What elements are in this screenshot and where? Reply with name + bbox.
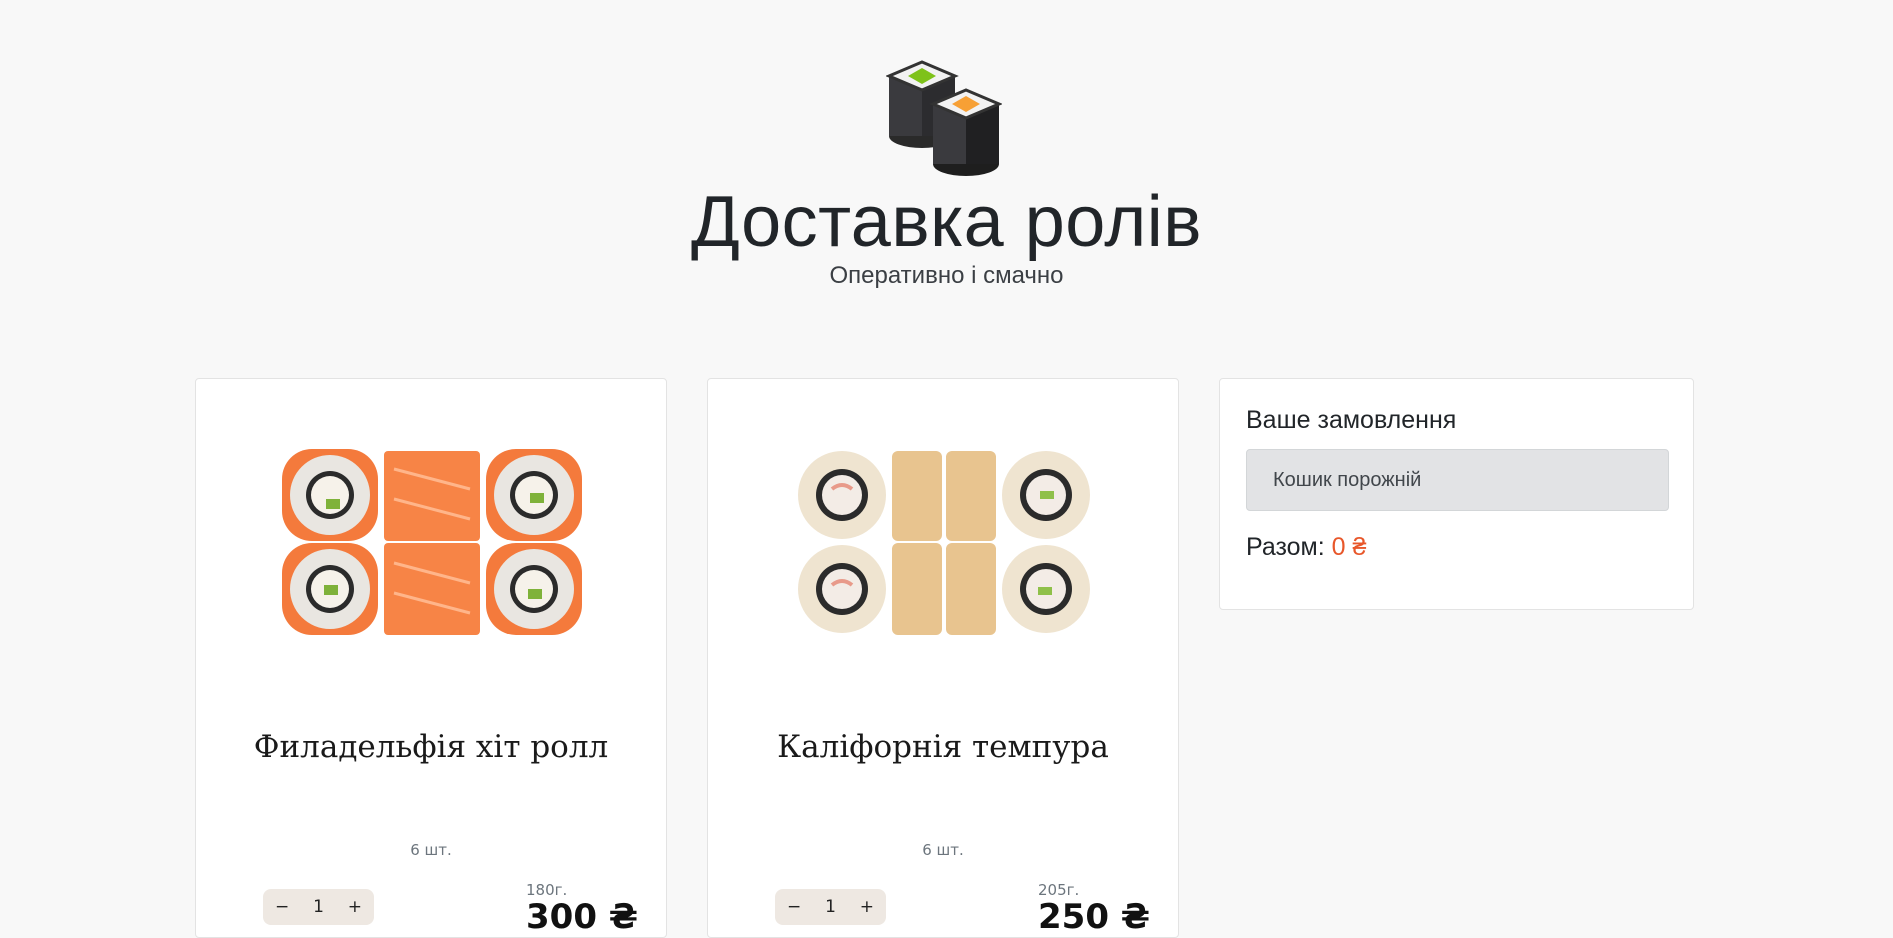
quantity-counter: − 1 + bbox=[263, 889, 374, 925]
product-price: 250 ₴ bbox=[1038, 897, 1151, 937]
quantity-value: 1 bbox=[825, 897, 836, 917]
product-title: Филадельфія хіт ролл bbox=[253, 729, 609, 765]
order-total: Разом: 0 ₴ bbox=[1246, 533, 1366, 562]
page-subtitle: Оперативно і смачно bbox=[829, 262, 1064, 289]
quantity-counter: − 1 + bbox=[775, 889, 886, 925]
product-pieces: 6 шт. bbox=[410, 841, 452, 859]
total-label: Разом: bbox=[1246, 533, 1325, 561]
product-pieces: 6 шт. bbox=[922, 841, 964, 859]
decrease-button[interactable]: − bbox=[275, 897, 289, 917]
order-panel: Ваше замовлення Кошик порожній Разом: 0 … bbox=[1219, 378, 1694, 610]
philadelphia-roll-image bbox=[282, 449, 582, 635]
product-price: 300 ₴ bbox=[526, 897, 639, 937]
california-tempura-image bbox=[798, 451, 1090, 635]
total-value: 0 ₴ bbox=[1331, 533, 1367, 561]
sushi-logo-icon bbox=[886, 60, 1002, 176]
cart-empty-message: Кошик порожній bbox=[1246, 449, 1669, 511]
increase-button[interactable]: + bbox=[348, 897, 362, 917]
page-title: Доставка ролів bbox=[691, 182, 1202, 262]
product-card: Филадельфія хіт ролл 6 шт. − 1 + 180г. 3… bbox=[195, 378, 667, 938]
product-card: Каліфорнія темпура 6 шт. − 1 + 205г. 250… bbox=[707, 378, 1179, 938]
order-title: Ваше замовлення bbox=[1246, 406, 1457, 434]
product-title: Каліфорнія темпура bbox=[777, 729, 1109, 765]
increase-button[interactable]: + bbox=[860, 897, 874, 917]
quantity-value: 1 bbox=[313, 897, 324, 917]
decrease-button[interactable]: − bbox=[787, 897, 801, 917]
